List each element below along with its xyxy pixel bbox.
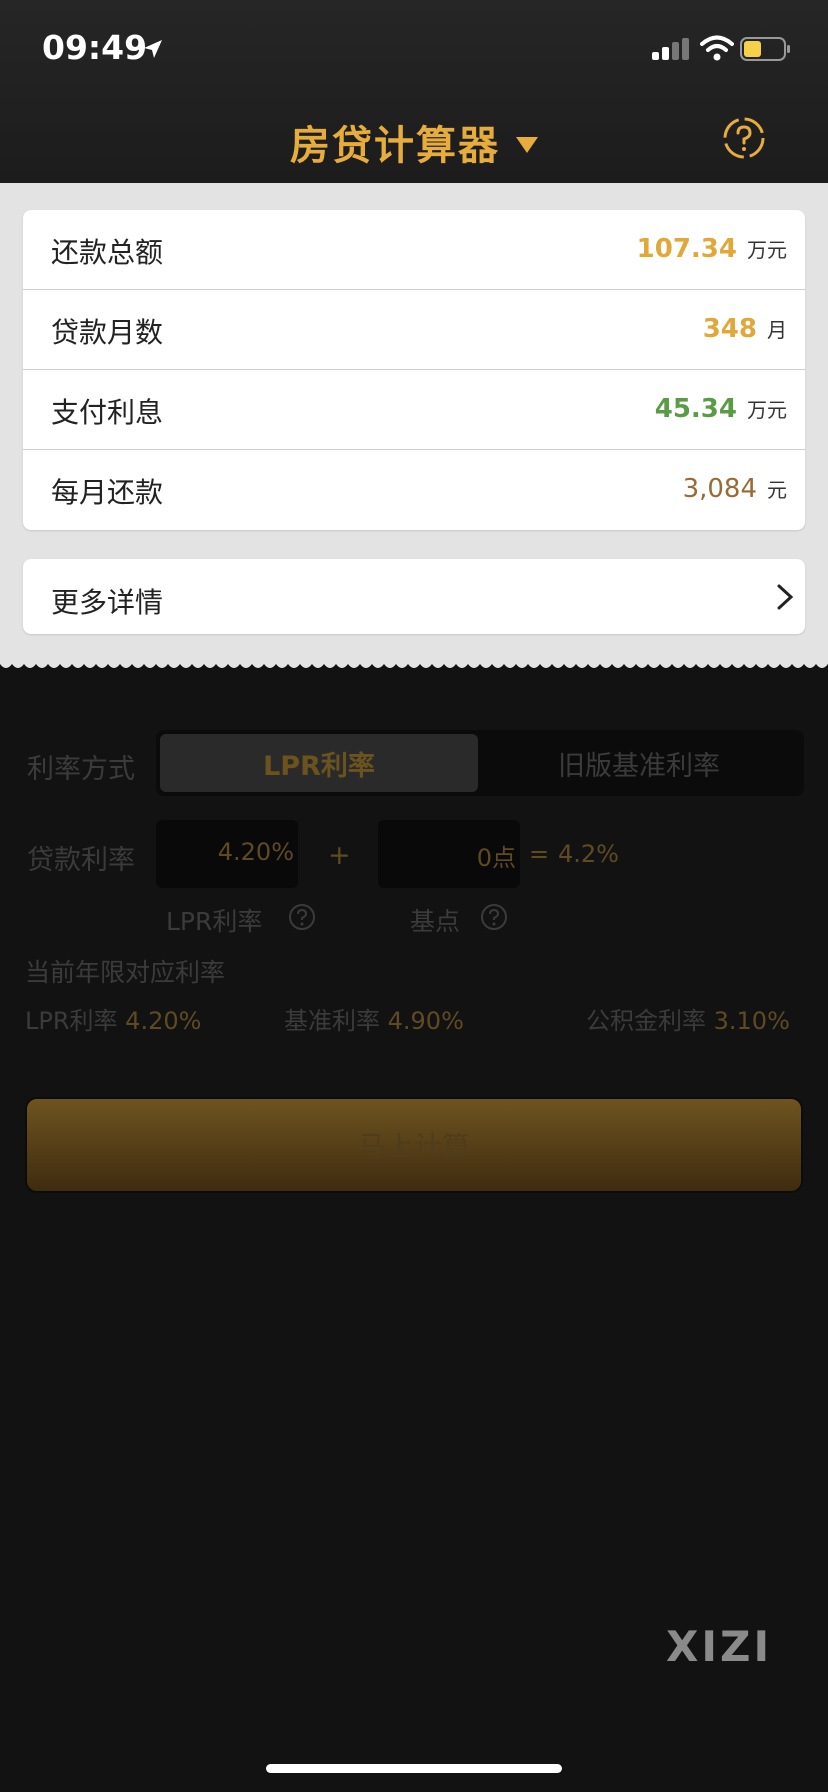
location-arrow-icon	[144, 40, 162, 58]
chevron-down-icon	[516, 137, 538, 153]
watermark-logo: XIZI	[666, 1622, 773, 1671]
lpr-help-icon[interactable]	[288, 903, 316, 931]
more-details-row[interactable]: 更多详情	[23, 559, 805, 634]
current-lpr-rate: LPR利率 4.20%	[25, 1001, 201, 1036]
page-title: 房贷计算器	[290, 123, 500, 169]
result-value: 348	[702, 314, 757, 344]
basis-help-icon[interactable]	[480, 903, 508, 931]
result-row: 贷款月数 348 月	[23, 290, 805, 370]
sheet-torn-edge	[0, 660, 828, 668]
more-details-label: 更多详情	[51, 586, 164, 619]
basis-point-value: 0点	[476, 844, 516, 872]
current-benchmark-value: 4.90%	[387, 1007, 464, 1035]
result-label: 每月还款	[51, 476, 164, 509]
basis-point-input[interactable]: 0点	[378, 820, 520, 888]
help-icon[interactable]	[722, 116, 766, 160]
current-fund-label: 公积金利率	[586, 1007, 706, 1035]
current-fund-rate: 公积金利率 3.10%	[586, 1001, 790, 1036]
loan-rate-label: 贷款利率	[27, 845, 135, 876]
result-value-group: 348 月	[703, 314, 787, 344]
current-benchmark-rate: 基准利率 4.90%	[284, 1001, 464, 1036]
result-row: 每月还款 3,084 元	[23, 450, 805, 530]
result-value-group: 3,084 元	[683, 474, 787, 504]
result-label: 贷款月数	[51, 316, 164, 349]
calculator-selector[interactable]: 房贷计算器	[0, 113, 828, 171]
rate-method-segmented-control[interactable]: LPR利率 旧版基准利率	[156, 730, 804, 796]
battery-icon	[740, 37, 790, 61]
tab-lpr-rate[interactable]: LPR利率	[160, 734, 478, 792]
result-unit: 元	[767, 478, 787, 502]
result-value-group: 107.34 万元	[637, 234, 787, 264]
tab-legacy-benchmark-rate[interactable]: 旧版基准利率	[478, 734, 800, 792]
result-value-group: 45.34 万元	[655, 394, 787, 424]
basis-caption: 基点	[410, 907, 461, 936]
result-row: 支付利息 45.34 万元	[23, 370, 805, 450]
current-lpr-value: 4.20%	[125, 1007, 202, 1035]
result-label: 支付利息	[51, 396, 164, 429]
rate-method-label: 利率方式	[27, 754, 135, 785]
top-bar: 09:49 房贷计算器	[0, 0, 828, 183]
result-value: 3,084	[682, 474, 757, 504]
result-rate: 4.2%	[558, 840, 619, 868]
wifi-icon	[700, 35, 734, 61]
current-rates-title: 当前年限对应利率	[25, 958, 226, 987]
result-unit: 万元	[747, 398, 787, 422]
calculate-button[interactable]: 马上计算	[25, 1097, 803, 1193]
cellular-signal-icon	[652, 38, 690, 60]
home-indicator[interactable]	[266, 1764, 562, 1773]
result-unit: 月	[767, 318, 787, 342]
result-value: 107.34	[636, 234, 737, 264]
lpr-rate-input[interactable]: 4.20%	[156, 820, 298, 888]
result-row: 还款总额 107.34 万元	[23, 210, 805, 290]
lpr-caption: LPR利率	[166, 907, 263, 936]
results-card: 还款总额 107.34 万元 贷款月数 348 月支付利息 45.34 万元 每月还款 3,084…	[23, 210, 805, 530]
plus-sign: +	[328, 840, 351, 871]
result-unit: 万元	[747, 238, 787, 262]
status-time: 09:49	[42, 28, 148, 67]
equals-sign: =	[529, 840, 550, 868]
result-value: 45.34	[654, 394, 737, 424]
current-benchmark-label: 基准利率	[284, 1007, 380, 1035]
current-lpr-label: LPR利率	[25, 1007, 118, 1035]
lpr-rate-value: 4.20%	[217, 838, 294, 866]
chevron-right-icon	[777, 584, 794, 610]
result-label: 还款总额	[51, 236, 164, 269]
current-fund-value: 3.10%	[713, 1007, 790, 1035]
